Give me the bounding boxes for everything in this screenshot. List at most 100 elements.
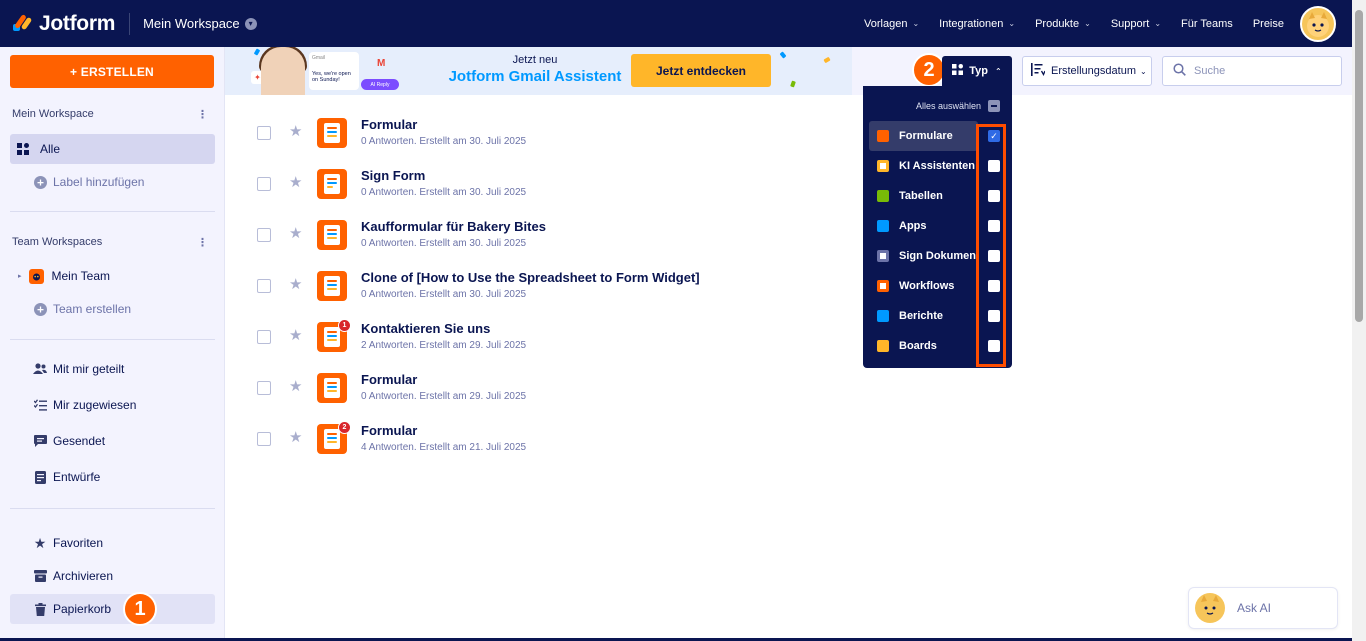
type-filter-button[interactable]: Typ ⌃: [942, 56, 1012, 86]
form-title[interactable]: Formular: [361, 117, 417, 132]
section-heading-label: Team Workspaces: [12, 236, 103, 248]
form-icon: [877, 130, 889, 142]
new-submission-badge: 1: [338, 319, 351, 332]
sort-dropdown[interactable]: Erstellungsdatum ⌄: [1022, 56, 1152, 86]
chevron-right-icon[interactable]: ▸: [18, 272, 22, 280]
ai-reply-chip: AI Reply: [361, 79, 399, 90]
type-option-sign-dokumente[interactable]: Sign Dokumente: [869, 241, 978, 271]
type-option-berichte[interactable]: Berichte: [869, 301, 978, 331]
banner-card-text: Yes, we're open on Sunday!: [312, 71, 351, 83]
star-icon[interactable]: ★: [289, 224, 302, 242]
sidebar-item-archive[interactable]: Archivieren: [10, 561, 215, 591]
type-checkbox-apps[interactable]: [988, 220, 1000, 232]
row-checkbox[interactable]: [257, 381, 271, 395]
sidebar-item-mein-team[interactable]: ▸ Mein Team: [10, 261, 215, 291]
sidebar-item-label: Mir zugewiesen: [53, 398, 137, 412]
type-checkbox-boards[interactable]: [988, 340, 1000, 352]
sidebar-item-label: Papierkorb: [53, 602, 112, 616]
type-option-tabellen[interactable]: Tabellen: [869, 181, 978, 211]
sidebar-item-sent[interactable]: Gesendet: [10, 426, 215, 456]
star-icon[interactable]: ★: [289, 428, 302, 446]
section-heading-label: Mein Workspace: [12, 108, 94, 120]
discover-now-button[interactable]: Jetzt entdecken: [631, 54, 771, 87]
nav-vorlagen[interactable]: Vorlagen ⌄: [864, 18, 919, 30]
list-item[interactable]: ★ Formular 0 Antworten. Erstellt am 30. …: [225, 107, 845, 158]
create-button[interactable]: + ERSTELLEN: [10, 55, 214, 88]
scrollbar-thumb[interactable]: [1355, 10, 1363, 322]
nav-produkte[interactable]: Produkte ⌄: [1035, 18, 1091, 30]
search-input[interactable]: [1194, 65, 1324, 77]
select-all-checkbox[interactable]: [988, 100, 1000, 112]
type-checkbox-workflows[interactable]: [988, 280, 1000, 292]
row-checkbox[interactable]: [257, 228, 271, 242]
more-options-icon[interactable]: ⋮: [197, 108, 208, 121]
nav-fuer-teams[interactable]: Für Teams: [1181, 18, 1233, 30]
type-option-workflows[interactable]: Workflows: [869, 271, 978, 301]
row-checkbox[interactable]: [257, 432, 271, 446]
user-avatar[interactable]: [1300, 5, 1336, 42]
nav-link-label: Integrationen: [939, 17, 1004, 30]
page-scrollbar[interactable]: [1352, 0, 1366, 641]
sidebar-item-assigned[interactable]: Mir zugewiesen: [10, 390, 215, 420]
list-item[interactable]: ★ 1 Kontaktieren Sie uns 2 Antworten. Er…: [225, 311, 845, 362]
list-item[interactable]: ★ Formular 0 Antworten. Erstellt am 29. …: [225, 362, 845, 413]
sidebar-item-drafts[interactable]: Entwürfe: [10, 462, 215, 492]
select-all-option[interactable]: Alles auswählen: [863, 100, 1012, 112]
form-title[interactable]: Sign Form: [361, 168, 425, 183]
nav-support[interactable]: Support ⌄: [1111, 18, 1161, 30]
star-icon[interactable]: ★: [289, 122, 302, 140]
my-workspace-heading: Mein Workspace ⋮: [12, 108, 212, 121]
type-checkbox-berichte[interactable]: [988, 310, 1000, 322]
nav-preise[interactable]: Preise: [1253, 18, 1284, 30]
workspace-switcher[interactable]: Mein Workspace ▾: [143, 16, 257, 31]
sidebar-item-label: Favoriten: [53, 536, 104, 550]
list-item[interactable]: ★ Sign Form 0 Antworten. Erstellt am 30.…: [225, 158, 845, 209]
sidebar-item-trash[interactable]: Papierkorb: [10, 594, 215, 624]
ask-ai-button[interactable]: Ask AI: [1188, 587, 1338, 629]
row-checkbox[interactable]: [257, 279, 271, 293]
search-box[interactable]: [1162, 56, 1342, 86]
sidebar-item-shared[interactable]: Mit mir geteilt: [10, 354, 215, 384]
row-checkbox[interactable]: [257, 177, 271, 191]
star-icon[interactable]: ★: [289, 275, 302, 293]
nav-integrationen[interactable]: Integrationen ⌄: [939, 18, 1015, 30]
confetti-decoration: [790, 80, 796, 88]
type-option-ki-assistenten[interactable]: KI Assistenten: [869, 151, 978, 181]
form-title[interactable]: Clone of [How to Use the Spreadsheet to …: [361, 270, 700, 285]
type-checkbox-ki-assistenten[interactable]: [988, 160, 1000, 172]
grid-icon: [16, 142, 30, 156]
form-title[interactable]: Kontaktieren Sie uns: [361, 321, 490, 336]
create-team-button[interactable]: Team erstellen: [10, 294, 215, 324]
type-option-label: Berichte: [899, 310, 944, 322]
row-checkbox[interactable]: [257, 330, 271, 344]
star-icon[interactable]: ★: [289, 326, 302, 344]
list-item[interactable]: ★ 2 Formular 4 Antworten. Erstellt am 21…: [225, 413, 845, 464]
form-title[interactable]: Kaufformular für Bakery Bites: [361, 219, 546, 234]
form-title[interactable]: Formular: [361, 372, 417, 387]
chevron-down-icon: ⌄: [1084, 19, 1091, 28]
star-icon[interactable]: ★: [289, 377, 302, 395]
sidebar-item-favorites[interactable]: ★ Favoriten: [10, 528, 215, 558]
type-option-formulare[interactable]: Formulare: [869, 121, 978, 151]
star-icon[interactable]: ★: [289, 173, 302, 191]
list-item[interactable]: ★ Clone of [How to Use the Spreadsheet t…: [225, 260, 845, 311]
add-label-button[interactable]: Label hinzufügen: [10, 167, 215, 197]
type-option-label: Tabellen: [899, 190, 943, 202]
nav-link-label: Für Teams: [1181, 17, 1233, 30]
type-option-boards[interactable]: Boards: [869, 331, 978, 361]
form-meta: 0 Antworten. Erstellt am 30. Juli 2025: [361, 238, 527, 249]
annotation-marker-1: 1: [123, 592, 157, 626]
sidebar-item-alle[interactable]: Alle: [10, 134, 215, 164]
list-item[interactable]: ★ Kaufformular für Bakery Bites 0 Antwor…: [225, 209, 845, 260]
row-checkbox[interactable]: [257, 126, 271, 140]
form-title[interactable]: Formular: [361, 423, 417, 438]
form-meta: 0 Antworten. Erstellt am 30. Juli 2025: [361, 136, 527, 147]
type-checkbox-tabellen[interactable]: [988, 190, 1000, 202]
type-checkbox-sign-dokumente[interactable]: [988, 250, 1000, 262]
jotform-logo[interactable]: Jotform: [11, 12, 115, 36]
type-option-apps[interactable]: Apps: [869, 211, 978, 241]
type-checkbox-formulare[interactable]: ✓: [988, 130, 1000, 142]
more-options-icon[interactable]: ⋮: [197, 236, 208, 249]
brand-name: Jotform: [39, 11, 116, 35]
promo-banner[interactable]: ✦ Gmail Yes, we're open on Sunday! M AI …: [225, 47, 852, 95]
